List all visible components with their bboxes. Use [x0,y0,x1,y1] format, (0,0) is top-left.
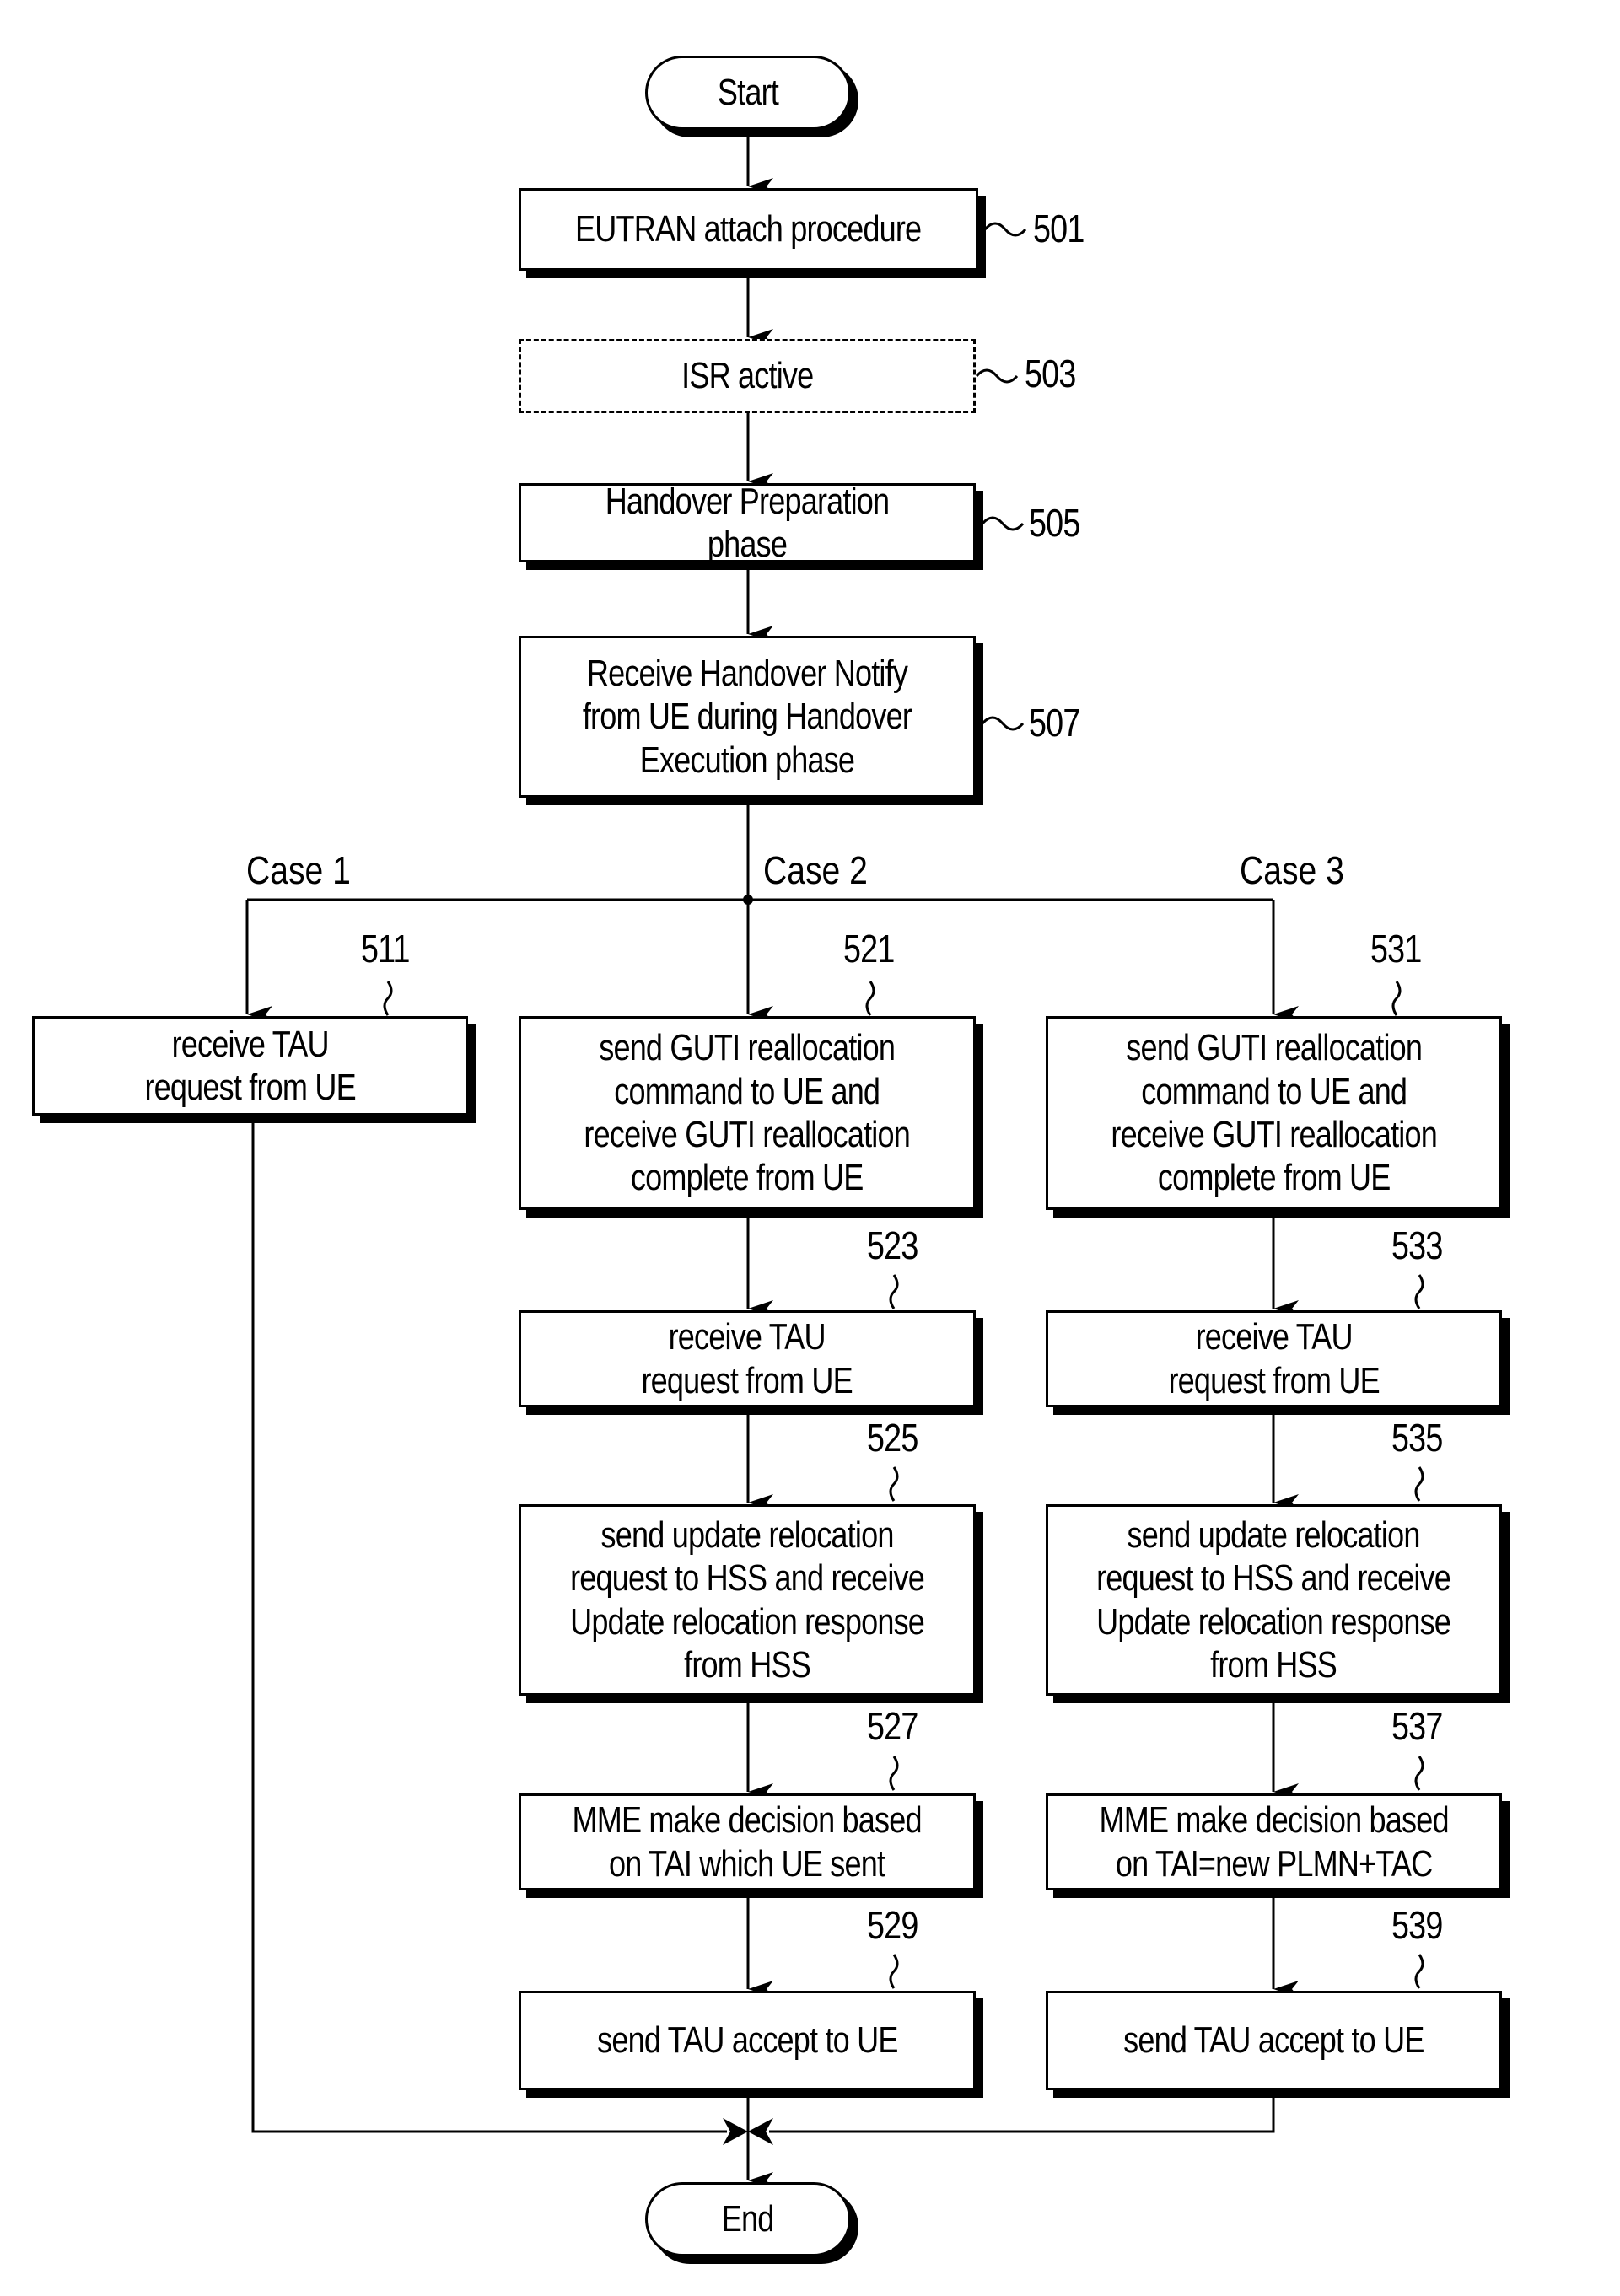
step-537: MME make decision based on TAI=new PLMN+… [1046,1793,1502,1890]
step-507-text: Receive Handover Notify from UE during H… [582,652,912,781]
flowchart: Start End EUTRAN attach procedure 501 IS… [0,0,1620,2296]
step-527-text: MME make decision based on TAI which UE … [572,1799,923,1885]
case-3-label: Case 3 [1240,848,1344,892]
case-1-label: Case 1 [246,848,351,892]
ref-507: 507 [1029,701,1080,745]
ref-529: 529 [867,1903,918,1947]
ref-505: 505 [1029,501,1080,545]
case-2-label: Case 2 [763,848,868,892]
ref-leader-537 [1414,1756,1424,1791]
ref-539: 539 [1391,1903,1443,1947]
ref-leader-525 [889,1466,899,1502]
step-531-text: send GUTI reallocation command to UE and… [1111,1027,1437,1199]
merge-case3 [769,2098,1275,2133]
step-537-text: MME make decision based on TAI=new PLMN+… [1099,1799,1449,1885]
start-terminal: Start [645,56,851,130]
step-507: Receive Handover Notify from UE during H… [519,636,976,798]
step-529: send TAU accept to UE [519,1991,976,2090]
ref-527: 527 [867,1704,918,1748]
ref-leader-539 [1414,1954,1424,1989]
branch-junction-dot [743,895,753,905]
end-label: End [722,2198,775,2240]
ref-501: 501 [1033,207,1084,250]
ref-511: 511 [361,927,411,971]
step-511: receive TAU request from UE [32,1016,468,1116]
step-501-text: EUTRAN attach procedure [575,208,922,250]
step-503-text: ISR active [681,355,814,397]
ref-531: 531 [1370,927,1422,971]
step-521: send GUTI reallocation command to UE and… [519,1016,976,1210]
step-539: send TAU accept to UE [1046,1991,1502,2090]
ref-leader-505 [981,516,1025,531]
step-523: receive TAU request from UE [519,1310,976,1407]
ref-leader-535 [1414,1466,1424,1502]
step-521-text: send GUTI reallocation command to UE and… [584,1027,911,1199]
ref-535: 535 [1391,1416,1443,1460]
ref-521: 521 [843,927,895,971]
ref-leader-503 [975,368,1019,384]
ref-leader-511 [383,981,393,1016]
step-523-text: receive TAU request from UE [641,1316,853,1401]
step-535: send update relocation request to HSS an… [1046,1504,1502,1696]
step-501: EUTRAN attach procedure [519,188,978,271]
ref-533: 533 [1391,1223,1443,1267]
ref-leader-523 [889,1274,899,1309]
step-533-text: receive TAU request from UE [1168,1316,1380,1401]
ref-leader-521 [865,981,875,1016]
ref-leader-507 [981,716,1025,731]
step-525: send update relocation request to HSS an… [519,1504,976,1696]
ref-leader-501 [983,222,1027,237]
step-503: ISR active [519,339,976,413]
step-505: Handover Preparation phase [519,481,976,565]
ref-leader-527 [889,1756,899,1791]
ref-537: 537 [1391,1704,1443,1748]
step-527: MME make decision based on TAI which UE … [519,1793,976,1890]
end-terminal: End [645,2182,851,2256]
step-525-text: send update relocation request to HSS an… [570,1514,925,1686]
ref-leader-533 [1414,1274,1424,1309]
ref-leader-531 [1391,981,1402,1016]
step-505-text: Handover Preparation phase [605,480,890,565]
ref-leader-529 [889,1954,899,1989]
step-539-text: send TAU accept to UE [1123,2019,1424,2062]
ref-503: 503 [1025,352,1076,395]
start-label: Start [717,72,779,114]
ref-523: 523 [867,1223,918,1267]
step-535-text: send update relocation request to HSS an… [1096,1514,1452,1686]
step-511-text: receive TAU request from UE [144,1023,356,1108]
step-531: send GUTI reallocation command to UE and… [1046,1016,1502,1210]
step-533: receive TAU request from UE [1046,1310,1502,1407]
step-529-text: send TAU accept to UE [596,2019,898,2062]
ref-525: 525 [867,1416,918,1460]
